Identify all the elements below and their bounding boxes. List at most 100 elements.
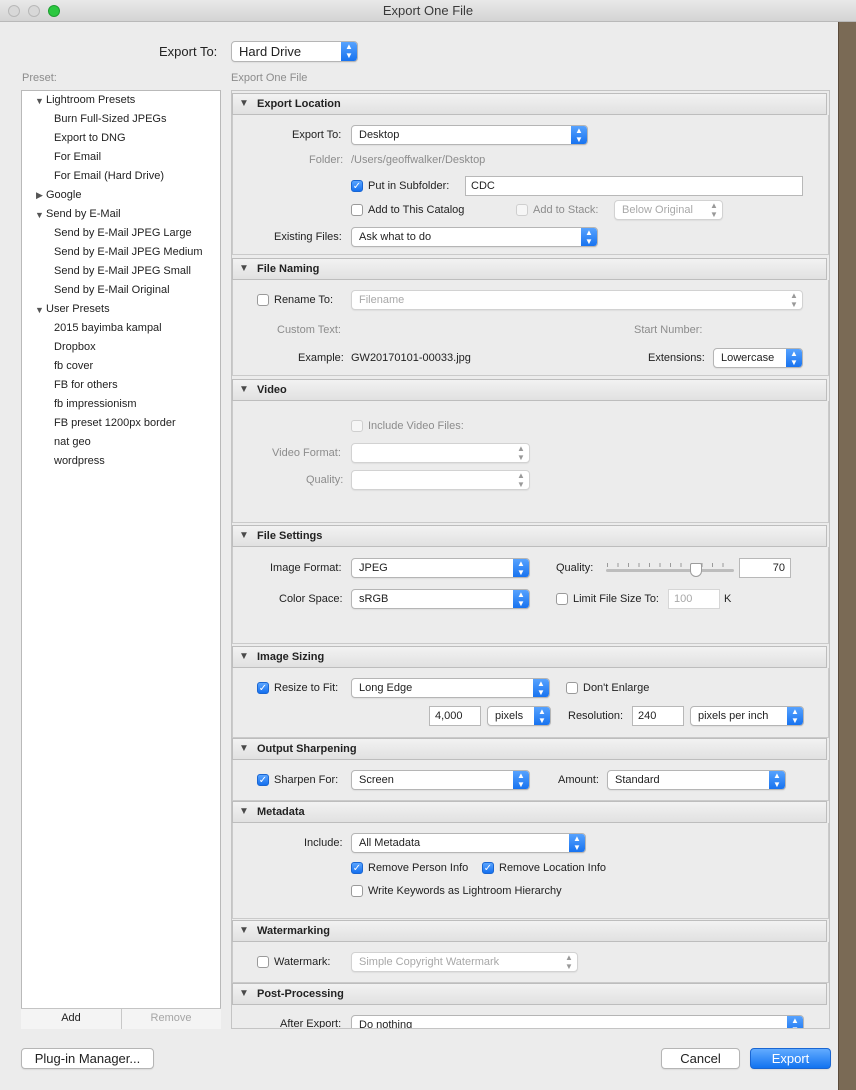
chevron-updown-icon: ▲▼	[533, 679, 549, 697]
quality-slider-knob[interactable]	[689, 563, 702, 577]
preset-group-lightroom[interactable]: Lightroom Presets	[46, 94, 135, 106]
preset-item[interactable]: Send by E-Mail Original	[54, 284, 170, 296]
section-post-processing[interactable]: ▼ Post-Processing	[232, 983, 827, 1005]
preset-item[interactable]: 2015 bayimba kampal	[54, 322, 162, 334]
dont-enlarge-checkbox[interactable]	[566, 682, 578, 694]
subfolder-input[interactable]: CDC	[465, 176, 803, 196]
resize-checkbox[interactable]: ✓	[257, 682, 269, 694]
disclosure-down-icon[interactable]: ▼	[35, 210, 44, 220]
section-metadata[interactable]: ▼ Metadata	[232, 801, 827, 823]
preset-item[interactable]: FB for others	[54, 379, 118, 391]
remove-preset-button[interactable]: Remove	[121, 1012, 221, 1024]
popup-value: Lowercase	[721, 352, 775, 364]
watermark-popup[interactable]: Simple Copyright Watermark ▲ ▼	[351, 952, 578, 972]
color-space-popup[interactable]: sRGB ▲ ▼	[351, 589, 530, 609]
close-window-button[interactable]	[8, 5, 20, 17]
add-catalog-checkbox[interactable]	[351, 204, 363, 216]
add-stack-label: Add to Stack:	[533, 204, 599, 216]
preset-item[interactable]: Send by E-Mail JPEG Medium	[54, 246, 203, 258]
size-input[interactable]: 4,000	[429, 706, 481, 726]
section-video[interactable]: ▼ Video	[232, 379, 827, 401]
export-button[interactable]: Export	[750, 1048, 831, 1069]
preset-item[interactable]: FB preset 1200px border	[54, 417, 176, 429]
preset-item[interactable]: For Email	[54, 151, 101, 163]
preset-item[interactable]: fb impressionism	[54, 398, 137, 410]
limit-size-checkbox[interactable]	[556, 593, 568, 605]
sharpen-for-popup[interactable]: Screen ▲ ▼	[351, 770, 530, 790]
location-export-to-popup[interactable]: Desktop ▲ ▼	[351, 125, 588, 145]
preset-group-google[interactable]: Google	[46, 189, 81, 201]
title-bar: Export One File	[0, 0, 856, 22]
popup-value: pixels per inch	[698, 710, 769, 722]
preset-item[interactable]: Export to DNG	[54, 132, 126, 144]
section-image-sizing[interactable]: ▼ Image Sizing	[232, 646, 827, 668]
preset-item[interactable]: Burn Full-Sized JPEGs	[54, 113, 166, 125]
extensions-label: Extensions:	[648, 352, 705, 364]
section-export-location[interactable]: ▼ Export Location	[232, 93, 827, 115]
preset-item[interactable]: fb cover	[54, 360, 93, 372]
popup-value: Screen	[359, 774, 394, 786]
add-stack-checkbox[interactable]	[516, 204, 528, 216]
disclosure-right-icon[interactable]: ▶	[36, 190, 43, 201]
extensions-popup[interactable]: Lowercase ▲ ▼	[713, 348, 803, 368]
preset-item[interactable]: Send by E-Mail JPEG Large	[54, 227, 192, 239]
rename-checkbox[interactable]	[257, 294, 269, 306]
existing-files-popup[interactable]: Ask what to do ▲ ▼	[351, 227, 598, 247]
limit-size-input[interactable]: 100	[668, 589, 720, 609]
chevron-updown-icon: ▲▼	[769, 771, 785, 789]
preset-item[interactable]: nat geo	[54, 436, 91, 448]
stack-position-popup[interactable]: Below Original ▲ ▼	[614, 200, 723, 220]
include-metadata-popup[interactable]: All Metadata ▲ ▼	[351, 833, 586, 853]
existing-files-label: Existing Files:	[274, 231, 342, 243]
video-quality-popup[interactable]: ▲ ▼	[351, 470, 530, 490]
preset-item[interactable]: For Email (Hard Drive)	[54, 170, 164, 182]
after-export-popup[interactable]: Do nothing ▲▼	[351, 1015, 804, 1028]
plugin-manager-button[interactable]: Plug-in Manager...	[21, 1048, 154, 1069]
quality-slider[interactable]	[606, 569, 734, 572]
image-format-popup[interactable]: JPEG ▲ ▼	[351, 558, 530, 578]
video-quality-label: Quality:	[306, 474, 344, 486]
resolution-input[interactable]: 240	[632, 706, 684, 726]
example-value: GW20170101-00033.jpg	[351, 352, 471, 364]
export-to-value: Hard Drive	[239, 44, 302, 59]
preset-item[interactable]: Send by E-Mail JPEG Small	[54, 265, 191, 277]
subfolder-checkbox[interactable]: ✓	[351, 180, 363, 192]
disclosure-down-icon[interactable]: ▼	[35, 305, 44, 315]
watermark-checkbox[interactable]	[257, 956, 269, 968]
keywords-hierarchy-checkbox[interactable]	[351, 885, 363, 897]
video-format-popup[interactable]: ▲ ▼	[351, 443, 530, 463]
preset-item[interactable]: wordpress	[54, 455, 105, 467]
resolution-unit-popup[interactable]: pixels per inch ▲ ▼	[690, 706, 804, 726]
popup-value: JPEG	[359, 562, 388, 574]
preset-item[interactable]: Dropbox	[54, 341, 96, 353]
rename-template-popup[interactable]: Filename ▲ ▼	[351, 290, 803, 310]
disclosure-down-icon[interactable]: ▼	[35, 96, 44, 106]
remove-location-checkbox[interactable]: ✓	[482, 862, 494, 874]
preset-group-email[interactable]: Send by E-Mail	[46, 208, 121, 220]
chevron-updown-icon: ▲▼	[571, 126, 587, 144]
window-title: Export One File	[382, 3, 474, 18]
add-preset-button[interactable]: Add	[21, 1012, 121, 1024]
disclosure-down-icon: ▼	[239, 925, 249, 936]
sharpen-checkbox[interactable]: ✓	[257, 774, 269, 786]
sharpen-label: Sharpen For:	[274, 774, 339, 786]
quality-input[interactable]: 70	[739, 558, 791, 578]
zoom-window-button[interactable]	[48, 5, 60, 17]
export-to-popup[interactable]: Hard Drive ▲ ▼	[231, 41, 358, 62]
include-video-checkbox[interactable]	[351, 420, 363, 432]
disclosure-down-icon: ▼	[239, 988, 249, 999]
section-title: File Settings	[257, 530, 323, 542]
section-watermarking[interactable]: ▼ Watermarking	[232, 920, 827, 942]
popup-value: Standard	[615, 774, 660, 786]
amount-popup[interactable]: Standard ▲ ▼	[607, 770, 786, 790]
preset-group-user[interactable]: User Presets	[46, 303, 110, 315]
section-output-sharpening[interactable]: ▼ Output Sharpening	[232, 738, 827, 760]
resize-mode-popup[interactable]: Long Edge ▲ ▼	[351, 678, 550, 698]
cancel-button[interactable]: Cancel	[661, 1048, 740, 1069]
minimize-window-button[interactable]	[28, 5, 40, 17]
section-file-naming[interactable]: ▼ File Naming	[232, 258, 827, 280]
remove-person-checkbox[interactable]: ✓	[351, 862, 363, 874]
section-file-settings[interactable]: ▼ File Settings	[232, 525, 827, 547]
size-unit-popup[interactable]: pixels ▲ ▼	[487, 706, 551, 726]
disclosure-down-icon: ▼	[239, 530, 249, 541]
